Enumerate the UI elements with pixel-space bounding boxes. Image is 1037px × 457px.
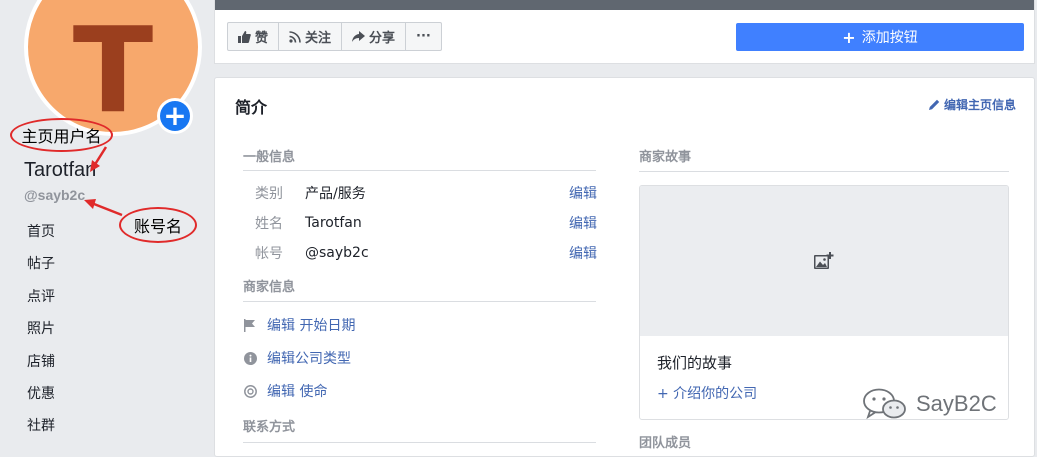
watermark-text: SayB2C (916, 391, 997, 416)
info-row-username: 帐号 @sayb2c 编辑 (255, 242, 597, 264)
story-image-placeholder[interactable] (640, 186, 1008, 336)
page-action-bar: 赞 关注 分享 ··· + 添加按钮 (214, 0, 1035, 64)
divider (243, 170, 596, 171)
edit-company-type-link[interactable]: 编辑公司类型 (243, 348, 351, 368)
edit-mission-link[interactable]: 编辑 使命 (243, 381, 327, 401)
edit-page-info-link[interactable]: 编辑主页信息 (928, 96, 1016, 113)
edit-page-info-label: 编辑主页信息 (943, 98, 1016, 112)
info-icon (243, 351, 257, 365)
rss-icon (289, 30, 301, 43)
page-actions: 赞 关注 分享 ··· (227, 22, 442, 51)
contact-heading: 联系方式 (243, 420, 296, 435)
introduce-company-link[interactable]: + 介绍你的公司 (657, 383, 757, 403)
edit-username-link[interactable]: 编辑 (569, 243, 597, 263)
nav-item-home[interactable]: 首页 (27, 219, 55, 251)
annotation-account-name: 账号名 (119, 207, 197, 243)
nav-item-photos[interactable]: 照片 (27, 316, 55, 348)
more-icon: ··· (416, 29, 431, 44)
nav-item-groups[interactable]: 社群 (27, 413, 55, 445)
watermark: SayB2C (862, 388, 997, 420)
row-key: 姓名 (255, 216, 283, 232)
business-item-label: 编辑 开始日期 (267, 318, 356, 334)
general-info-heading: 一般信息 (243, 150, 296, 165)
avatar-letter: T (72, 1, 154, 136)
thumbs-up-icon (238, 30, 251, 43)
divider (243, 442, 596, 443)
page-name: Tarotfan (24, 159, 97, 181)
plus-icon: + (842, 27, 856, 47)
share-arrow-icon (352, 30, 366, 42)
divider (639, 171, 1009, 172)
page-nav: 首页 帖子 点评 照片 店铺 优惠 社群 (27, 219, 55, 446)
info-row-name: 姓名 Tarotfan 编辑 (255, 212, 597, 234)
add-button-label: 添加按钮 (861, 30, 918, 46)
annotation-label: 主页用户名 (21, 127, 102, 146)
story-title: 我们的故事 (657, 354, 733, 372)
like-label: 赞 (255, 31, 269, 46)
follow-label: 关注 (305, 31, 332, 46)
business-item-label: 编辑 使命 (267, 384, 328, 400)
more-options-button[interactable]: ··· (406, 23, 441, 50)
row-value: Tarotfan (305, 215, 362, 231)
business-story-heading: 商家故事 (639, 150, 692, 165)
nav-item-reviews[interactable]: 点评 (27, 284, 55, 316)
follow-button[interactable]: 关注 (279, 23, 343, 50)
share-label: 分享 (369, 31, 396, 46)
annotation-label: 账号名 (133, 217, 182, 236)
team-members-heading: 团队成员 (639, 436, 692, 451)
divider (243, 301, 596, 302)
edit-start-date-link[interactable]: 编辑 开始日期 (243, 315, 355, 335)
cover-photo-edge (215, 0, 1034, 10)
pencil-icon (928, 99, 940, 110)
like-button[interactable]: 赞 (228, 23, 280, 50)
left-column: T + Tarotfan @sayb2c 首页 帖子 点评 照片 店铺 优惠 社… (0, 0, 214, 452)
info-row-category: 类别 产品/服务 编辑 (255, 182, 597, 204)
story-card[interactable]: 我们的故事 + 介绍你的公司 (639, 185, 1009, 420)
annotation-page-username: 主页用户名 (10, 118, 113, 152)
plus-icon: + (160, 101, 190, 131)
add-photo-button[interactable]: + (157, 98, 193, 134)
row-value: 产品/服务 (305, 186, 366, 202)
nav-item-posts[interactable]: 帖子 (27, 251, 55, 283)
row-key: 类别 (255, 186, 283, 202)
mission-icon (243, 384, 257, 398)
page-handle[interactable]: @sayb2c (24, 187, 85, 203)
edit-name-link[interactable]: 编辑 (569, 213, 597, 233)
add-photo-icon (814, 252, 834, 269)
business-info-heading: 商家信息 (243, 280, 296, 295)
share-button[interactable]: 分享 (342, 23, 407, 50)
nav-item-shop[interactable]: 店铺 (27, 349, 55, 381)
about-title: 简介 (235, 98, 268, 117)
add-button[interactable]: + 添加按钮 (736, 23, 1024, 51)
wechat-icon (863, 388, 906, 420)
edit-category-link[interactable]: 编辑 (569, 183, 597, 203)
business-item-label: 编辑公司类型 (267, 351, 351, 367)
nav-item-offers[interactable]: 优惠 (27, 381, 55, 413)
flag-icon (243, 318, 257, 332)
row-key: 帐号 (255, 246, 283, 262)
row-value: @sayb2c (305, 245, 369, 261)
